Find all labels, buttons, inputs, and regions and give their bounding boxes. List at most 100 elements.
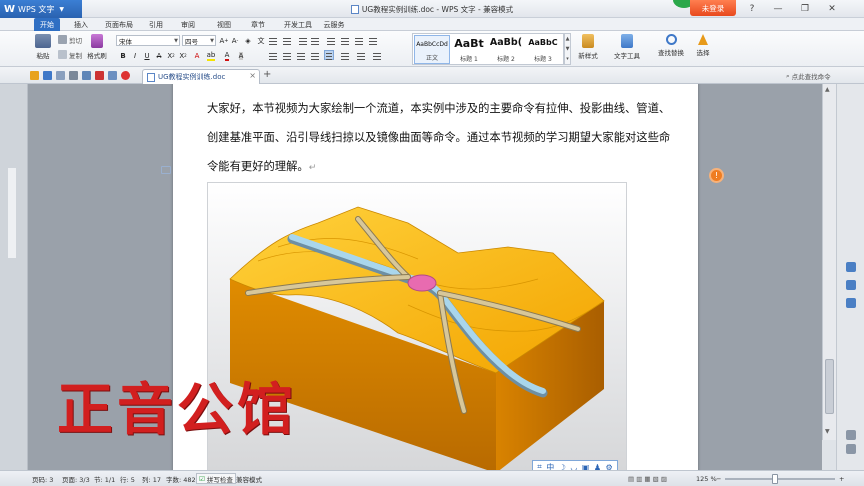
minimize-button[interactable]: —: [768, 0, 788, 18]
spell-check-toggle[interactable]: ☑ 拼写检查: [196, 473, 236, 484]
tab-references[interactable]: 引用: [144, 18, 168, 31]
zoom-out-button[interactable]: −: [716, 471, 721, 486]
bullet-list-icon[interactable]: [268, 36, 278, 46]
paste-button[interactable]: 粘贴: [30, 34, 56, 64]
prev-page-icon[interactable]: [846, 430, 856, 440]
subscript-button[interactable]: X2: [178, 50, 188, 61]
sort-icon[interactable]: [340, 36, 350, 46]
show-marks-icon[interactable]: [354, 36, 364, 46]
select-button[interactable]: 选择: [692, 34, 714, 64]
tab-chapter[interactable]: 章节: [246, 18, 270, 31]
underline-button[interactable]: U: [142, 50, 152, 61]
tab-cloud-service[interactable]: 云服务: [320, 18, 348, 31]
align-left-icon[interactable]: [268, 51, 278, 61]
format-painter-button[interactable]: 格式刷: [84, 34, 110, 64]
tab-developer[interactable]: 开发工具: [281, 18, 315, 31]
align-center-icon[interactable]: [282, 51, 292, 61]
tab-review[interactable]: 审阅: [176, 18, 200, 31]
command-search-link[interactable]: ⌕ 点此查找命令: [786, 71, 831, 82]
maximize-button[interactable]: ❐: [795, 0, 815, 18]
status-word-count[interactable]: 字数: 482: [166, 471, 196, 486]
tab-page-layout[interactable]: 页面布局: [100, 18, 138, 31]
justify-icon[interactable]: [310, 51, 320, 61]
app-menu-button[interactable]: W WPS 文字 ▼: [0, 0, 82, 18]
line-spacing-icon[interactable]: [340, 51, 350, 61]
style-sample: AaBt: [454, 37, 484, 50]
tab-view[interactable]: 视图: [212, 18, 236, 31]
find-replace-button[interactable]: 查找替换: [656, 34, 686, 64]
style-heading-2[interactable]: AaBb( 标题 2: [488, 35, 524, 64]
clipboard-icon: [35, 34, 51, 48]
view-mode-icons[interactable]: ▤ ▥ ▦ ▧ ▨: [628, 471, 667, 486]
zoom-slider-thumb[interactable]: [772, 474, 778, 484]
phonetic-guide-icon[interactable]: 文: [256, 35, 266, 46]
login-button[interactable]: 未登录: [690, 0, 736, 16]
vertical-scrollbar[interactable]: ▲ ▼: [822, 84, 836, 440]
strikethrough-button[interactable]: A: [154, 50, 164, 61]
status-row: 行: 5: [120, 476, 135, 484]
align-right-icon[interactable]: [296, 51, 306, 61]
zoom-slider-track[interactable]: [725, 478, 835, 480]
zoom-level[interactable]: 125 %: [696, 471, 717, 486]
redo-icon[interactable]: [121, 71, 130, 80]
close-button[interactable]: ✕: [822, 0, 842, 18]
increase-indent-icon[interactable]: [310, 36, 320, 46]
numbered-list-icon[interactable]: [282, 36, 292, 46]
task-pane-icon[interactable]: [846, 262, 856, 272]
close-tab-icon[interactable]: ×: [249, 71, 256, 80]
print-preview-icon[interactable]: [82, 71, 91, 80]
undo-icon[interactable]: [108, 71, 117, 80]
help-button[interactable]: ?: [742, 0, 762, 18]
font-name-select[interactable]: 宋体 ▼: [116, 35, 180, 46]
scroll-down-icon[interactable]: ▼: [825, 428, 830, 435]
scrollbar-thumb[interactable]: [825, 359, 834, 414]
open-folder-icon[interactable]: [30, 71, 39, 80]
italic-button[interactable]: I: [130, 50, 140, 61]
style-heading-1[interactable]: AaBt 标题 1: [451, 35, 487, 64]
copy-button[interactable]: 复制: [58, 49, 82, 60]
text-effect-button[interactable]: A: [192, 50, 202, 61]
style-gallery-scroll[interactable]: ▲ ▼ ▾: [564, 33, 571, 65]
highlight-color-icon[interactable]: ab: [206, 50, 216, 61]
decrease-indent-icon[interactable]: [298, 36, 308, 46]
clear-format-icon[interactable]: ◈: [243, 35, 253, 46]
style-normal[interactable]: AaBbCcDd 正文: [414, 35, 450, 64]
save-as-icon[interactable]: [56, 71, 65, 80]
char-shading-icon[interactable]: A: [236, 50, 246, 61]
scroll-up-icon[interactable]: ▲: [825, 86, 830, 93]
new-style-button[interactable]: 新样式: [576, 34, 600, 64]
status-compat-mode: 兼容模式: [236, 476, 262, 484]
body-paragraph[interactable]: 大家好，本节视频为大家绘制一个流道，本实例中涉及的主要命令有拉伸、投影曲线、管道…: [207, 94, 677, 183]
task-pane-icon[interactable]: [846, 280, 856, 290]
next-page-icon[interactable]: [846, 444, 856, 454]
distributed-align-icon[interactable]: [324, 50, 334, 60]
zoom-in-button[interactable]: +: [839, 471, 844, 486]
table-border-icon[interactable]: [368, 36, 378, 46]
cut-button[interactable]: 剪切: [58, 34, 82, 45]
command-search-label: 点此查找命令: [791, 73, 831, 81]
document-tab[interactable]: UG教程实例训练.doc ×: [142, 69, 260, 84]
chinese-layout-icon[interactable]: [326, 36, 336, 46]
font-color-icon[interactable]: A: [222, 50, 232, 61]
task-pane-icon[interactable]: [846, 298, 856, 308]
wps-logo-icon: W: [4, 3, 16, 15]
grow-font-button[interactable]: A +: [219, 35, 229, 46]
shading-fill-icon[interactable]: [356, 51, 366, 61]
tab-insert[interactable]: 插入: [68, 18, 94, 31]
style-gallery: AaBbCcDd 正文 AaBt 标题 1 AaBb( 标题 2 AaBbC 标…: [412, 33, 564, 65]
save-icon[interactable]: [43, 71, 52, 80]
add-tab-button[interactable]: +: [263, 69, 271, 80]
font-size-select[interactable]: 四号 ▼: [182, 35, 216, 46]
text-tools-button[interactable]: 文字工具: [612, 34, 642, 64]
print-icon[interactable]: [69, 71, 78, 80]
superscript-button[interactable]: X2: [166, 50, 176, 61]
style-heading-3[interactable]: AaBbC 标题 3: [525, 35, 561, 64]
border-icon[interactable]: [372, 51, 382, 61]
pdf-icon[interactable]: [95, 71, 104, 80]
shrink-font-button[interactable]: A-: [230, 35, 240, 46]
comment-marker-icon[interactable]: !: [709, 168, 724, 183]
style-name: 标题 2: [497, 56, 515, 63]
menu-tab-bar: 开始 插入 页面布局 引用 审阅 视图 章节 开发工具 云服务: [0, 18, 864, 31]
bold-button[interactable]: B: [118, 50, 128, 61]
tab-home[interactable]: 开始: [34, 18, 60, 31]
